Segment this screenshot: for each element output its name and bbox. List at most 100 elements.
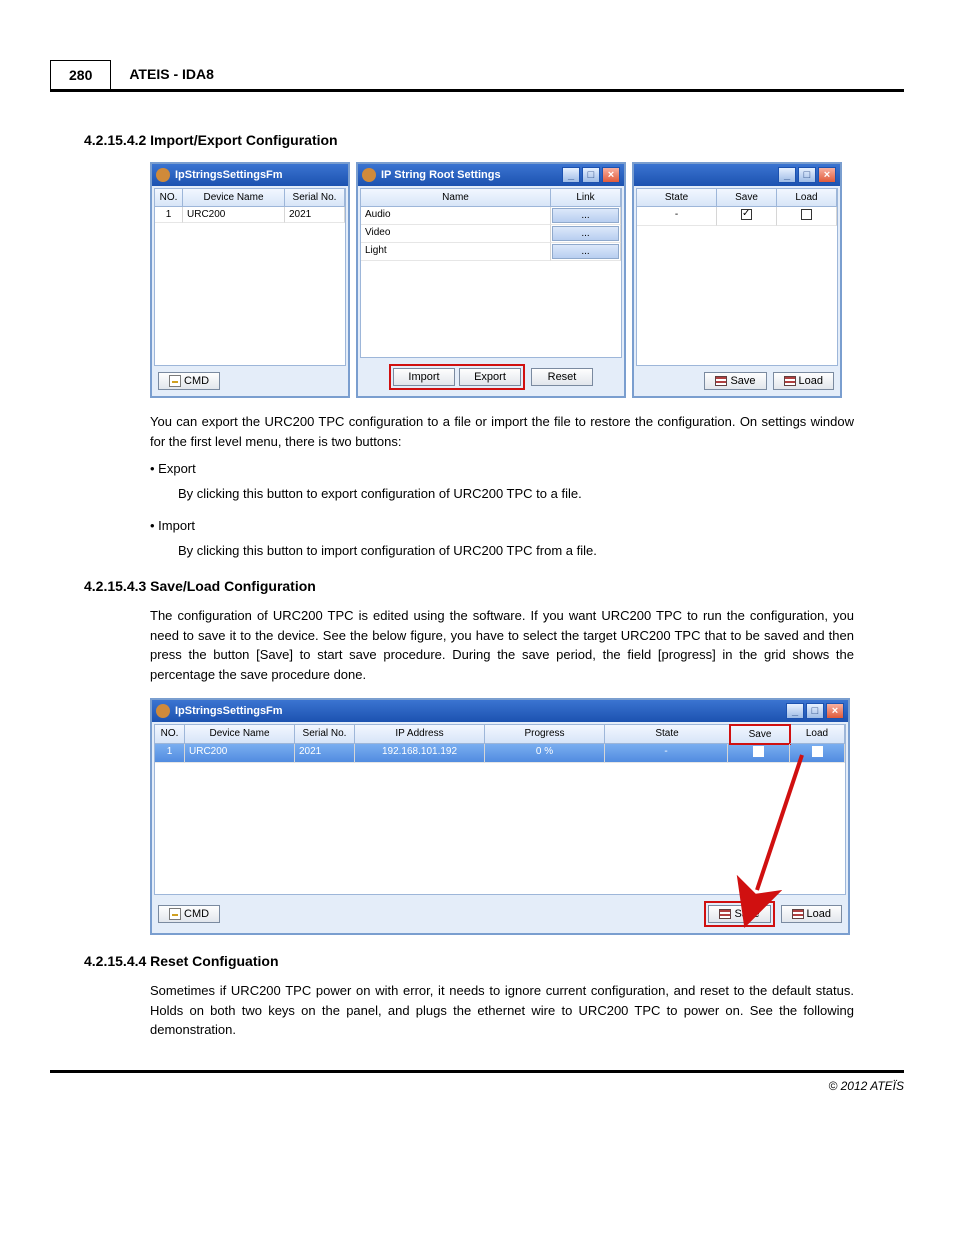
export-button[interactable]: Export [459, 368, 521, 386]
cell-load [777, 207, 837, 226]
grid-header: Name Link [361, 189, 621, 207]
grid-body: 1 URC200 2021 192.168.101.192 0 % - [155, 744, 845, 894]
cell-device: URC200 [183, 207, 285, 223]
bottom-bar: Import Export Reset [358, 360, 624, 396]
body-paragraph: The configuration of URC200 TPC is edite… [150, 606, 854, 684]
bullet-list: • Export By clicking this button to expo… [150, 461, 854, 560]
grid-container: NO. Device Name Serial No. 1 URC200 2021 [154, 188, 346, 366]
save-checkbox[interactable] [741, 209, 752, 220]
window-title-bar: IpStringsSettingsFm [152, 164, 348, 186]
save-checkbox[interactable] [753, 746, 764, 757]
app-icon [156, 168, 170, 182]
col-no: NO. [155, 725, 185, 744]
table-row[interactable]: - [637, 207, 837, 226]
close-button[interactable]: × [826, 703, 844, 719]
grid-body: - [637, 207, 837, 357]
page-header: 280 ATEIS - IDA8 [50, 60, 904, 92]
app-icon [362, 168, 376, 182]
body-paragraph: Sometimes if URC200 TPC power on with er… [150, 981, 854, 1040]
table-row[interactable]: 1 URC200 2021 [155, 207, 345, 223]
window-ipstrings-wide: IpStringsSettingsFm _ □ × NO. Device Nam… [150, 698, 850, 935]
grid-header: State Save Load [637, 189, 837, 207]
col-serial: Serial No. [295, 725, 355, 744]
section-heading-import-export: 4.2.15.4.2 Import/Export Configuration [84, 132, 904, 148]
cell-serial: 2021 [285, 207, 345, 223]
window-title: IP String Root Settings [381, 169, 501, 181]
cell-no: 1 [155, 207, 183, 223]
body-paragraph: You can export the URC200 TPC configurat… [150, 412, 854, 451]
link-button[interactable]: ... [552, 244, 619, 259]
minimize-button[interactable]: _ [562, 167, 580, 183]
load-button[interactable]: Load [781, 905, 842, 923]
link-button[interactable]: ... [552, 208, 619, 223]
bullet-desc: By clicking this button to import config… [178, 541, 854, 561]
bottom-bar: CMD [152, 368, 348, 396]
cell-device: URC200 [185, 744, 295, 763]
section-heading-reset: 4.2.15.4.4 Reset Configuation [84, 953, 904, 969]
cell-state: - [605, 744, 728, 763]
save-button[interactable]: Save [704, 372, 766, 390]
close-button[interactable]: × [818, 167, 836, 183]
col-state: State [637, 189, 717, 207]
note-icon [169, 908, 181, 920]
page-footer: © 2012 ATEÏS [50, 1070, 904, 1093]
reset-button[interactable]: Reset [531, 368, 593, 386]
cell-save [728, 744, 790, 763]
col-ip: IP Address [355, 725, 485, 744]
window-title: IpStringsSettingsFm [175, 169, 283, 181]
maximize-button[interactable]: □ [582, 167, 600, 183]
cell-state: - [637, 207, 717, 226]
bullet-export: • Export By clicking this button to expo… [150, 461, 854, 504]
cell-no: 1 [155, 744, 185, 763]
col-link: Link [551, 189, 621, 207]
grid-header: NO. Device Name Serial No. IP Address Pr… [155, 725, 845, 744]
table-row[interactable]: Audio ... [361, 207, 621, 225]
window-ipstrings-a: IpStringsSettingsFm NO. Device Name Seri… [150, 162, 350, 398]
page-number: 280 [50, 60, 111, 89]
window-title-bar: IP String Root Settings _ □ × [358, 164, 624, 186]
col-load: Load [777, 189, 837, 207]
window-ipstring-root: IP String Root Settings _ □ × Name Link … [356, 162, 626, 398]
col-load: Load [790, 725, 845, 744]
col-state: State [605, 725, 730, 744]
minimize-button[interactable]: _ [786, 703, 804, 719]
minimize-button[interactable]: _ [778, 167, 796, 183]
table-row[interactable]: Video ... [361, 225, 621, 243]
col-save-highlight: Save [729, 724, 791, 745]
col-serial: Serial No. [285, 189, 345, 207]
grid-container: Name Link Audio ... Video ... Light ... [360, 188, 622, 358]
close-button[interactable]: × [602, 167, 620, 183]
cell-progress: 0 % [485, 744, 605, 763]
col-no: NO. [155, 189, 183, 207]
cmd-button[interactable]: CMD [158, 905, 220, 923]
maximize-button[interactable]: □ [806, 703, 824, 719]
save-button[interactable]: Save [708, 905, 770, 923]
col-device: Device Name [183, 189, 285, 207]
window-title-bar: _ □ × [634, 164, 840, 186]
table-row[interactable]: Light ... [361, 243, 621, 261]
col-progress: Progress [485, 725, 605, 744]
note-icon [169, 375, 181, 387]
bottom-bar: Save Load [634, 368, 840, 396]
cell-name: Light [361, 243, 551, 261]
load-checkbox[interactable] [801, 209, 812, 220]
grid-container: State Save Load - [636, 188, 838, 366]
save-icon [715, 376, 727, 386]
highlight-box: Import Export [389, 364, 525, 390]
page-title: ATEIS - IDA8 [111, 60, 904, 89]
load-icon [792, 909, 804, 919]
import-button[interactable]: Import [393, 368, 455, 386]
window-title: IpStringsSettingsFm [175, 705, 283, 717]
table-row-selected[interactable]: 1 URC200 2021 192.168.101.192 0 % - [155, 744, 845, 763]
maximize-button[interactable]: □ [798, 167, 816, 183]
grid-header: NO. Device Name Serial No. [155, 189, 345, 207]
screenshot-import-export: IpStringsSettingsFm NO. Device Name Seri… [150, 162, 854, 398]
link-button[interactable]: ... [552, 226, 619, 241]
cell-ip: 192.168.101.192 [355, 744, 485, 763]
cell-serial: 2021 [295, 744, 355, 763]
col-save: Save [717, 189, 777, 207]
load-button[interactable]: Load [773, 372, 834, 390]
app-icon [156, 704, 170, 718]
cmd-button[interactable]: CMD [158, 372, 220, 390]
load-checkbox[interactable] [812, 746, 823, 757]
